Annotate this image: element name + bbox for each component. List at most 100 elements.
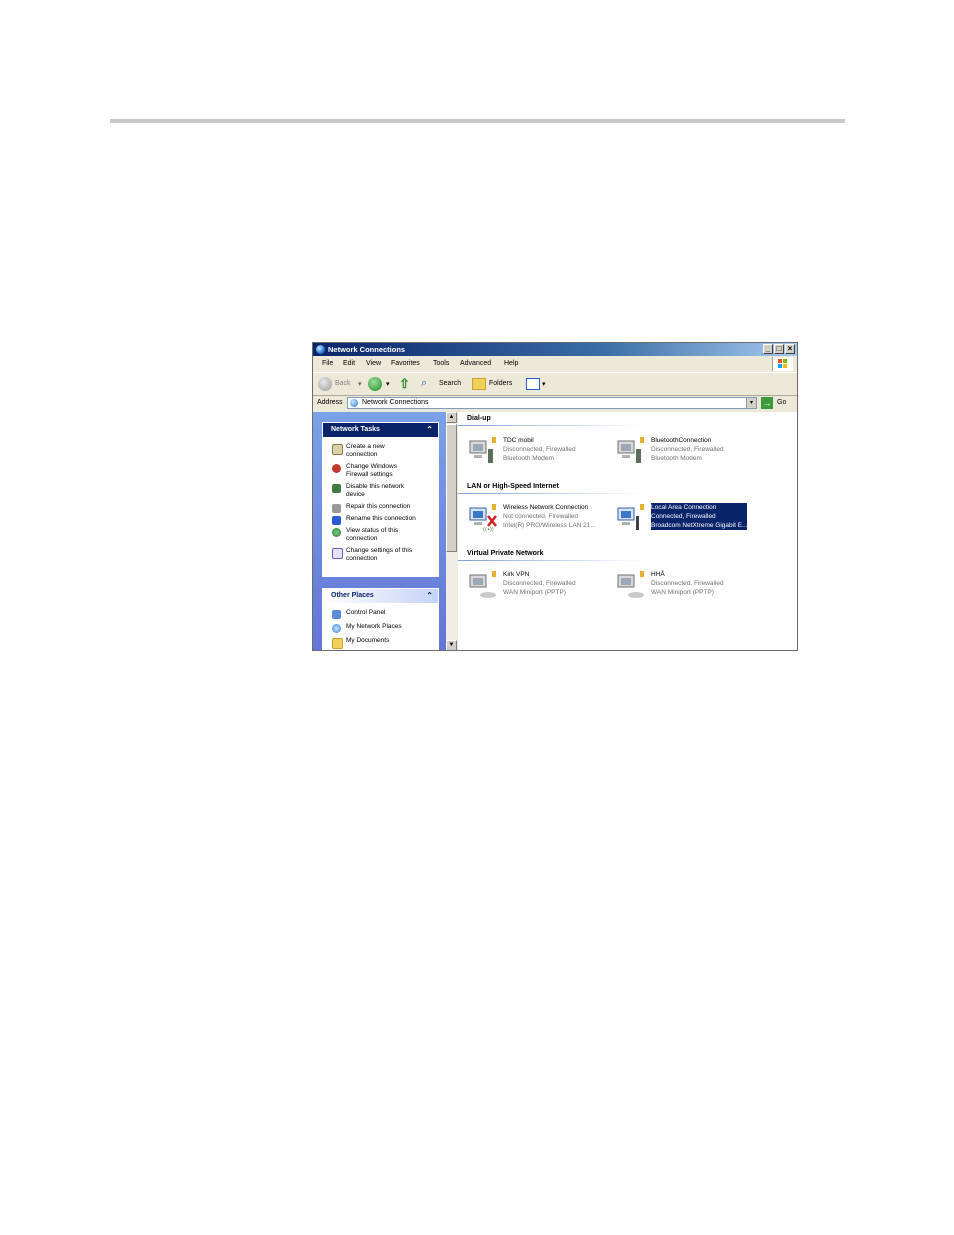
place-my-network-places[interactable]: My Network Places (323, 623, 438, 633)
title-bar[interactable]: Network Connections _ □ × (313, 343, 797, 356)
menu-advanced[interactable]: Advanced (460, 357, 491, 371)
connection-status: Connected, Firewalled (651, 513, 716, 520)
network-places-icon (332, 624, 341, 633)
network-tasks-title: Network Tasks (331, 426, 380, 433)
address-bar: Address Network Connections ▾ → Go (313, 396, 797, 411)
task-view-status[interactable]: View status of this connection (323, 527, 438, 543)
other-places-title: Other Places (331, 592, 374, 599)
network-connections-window: Network Connections _ □ × File Edit View… (312, 342, 798, 651)
group-divider (458, 425, 643, 426)
connection-device: Broadcom NetXtreme Gigabit E... (651, 522, 748, 529)
address-value: Network Connections (362, 399, 429, 406)
network-tasks-header[interactable]: Network Tasks ⌃ (323, 423, 438, 437)
back-arrow-icon[interactable] (318, 377, 332, 391)
forward-arrow-icon[interactable] (368, 377, 382, 391)
connection-status: Disconnected, Firewalled (651, 446, 724, 453)
address-label: Address (317, 399, 343, 406)
connection-local-area[interactable]: Local Area Connection Connected, Firewal… (616, 503, 766, 533)
task-pane-scrollbar[interactable]: ▲ ▼ (446, 412, 457, 650)
connection-wireless[interactable]: ((•)) Wireless Network Connection Not co… (468, 503, 618, 533)
task-repair-connection[interactable]: Repair this connection (323, 503, 438, 513)
network-icon (350, 399, 358, 407)
folders-button-label[interactable]: Folders (489, 380, 512, 387)
group-header-dialup: Dial-up (467, 415, 491, 422)
task-change-firewall[interactable]: Change Windows Firewall settings (323, 463, 438, 479)
window-title: Network Connections (328, 345, 406, 354)
group-header-lan: LAN or High-Speed Internet (467, 483, 559, 490)
repair-wrench-icon (332, 504, 341, 513)
control-panel-icon (332, 610, 341, 619)
place-control-panel[interactable]: Control Panel (323, 609, 438, 619)
dialup-connection-icon (469, 437, 496, 463)
connection-name: TDC mobil (503, 437, 534, 444)
forward-dropdown-icon[interactable]: ▾ (386, 380, 390, 388)
connection-kirk-vpn[interactable]: Kirk VPN Disconnected, Firewalled WAN Mi… (468, 570, 618, 600)
connection-device: Bluetooth Modem (503, 455, 554, 462)
views-icon[interactable] (526, 378, 540, 390)
connection-hha[interactable]: HHÅ Disconnected, Firewalled WAN Minipor… (616, 570, 766, 600)
task-pane: Network Tasks ⌃ Create a new connection … (313, 412, 446, 650)
svg-text:((•)): ((•)) (483, 527, 494, 532)
page-header-rule (110, 119, 845, 123)
collapse-chevron-icon[interactable]: ⌃ (426, 589, 433, 603)
task-disable-device[interactable]: Disable this network device (323, 483, 438, 499)
view-status-icon (332, 528, 341, 537)
vpn-connection-icon (469, 571, 496, 598)
connection-name: Wireless Network Connection (503, 504, 589, 511)
search-button-label[interactable]: Search (439, 380, 461, 387)
menu-view[interactable]: View (366, 357, 381, 371)
back-button-label[interactable]: Back (335, 380, 351, 387)
back-dropdown-icon[interactable]: ▾ (358, 380, 362, 388)
menu-file[interactable]: File (322, 357, 333, 371)
connection-device: Intel(R) PRO/Wireless LAN 21... (503, 522, 596, 529)
connection-name: HHÅ (651, 571, 665, 578)
firewall-icon (332, 464, 341, 473)
menu-help[interactable]: Help (504, 357, 518, 371)
connection-bluetooth[interactable]: BluetoothConnection Disconnected, Firewa… (616, 436, 766, 466)
task-create-connection[interactable]: Create a new connection (323, 443, 438, 459)
close-button[interactable]: × (785, 344, 795, 354)
up-folder-icon[interactable]: ⇧ (399, 376, 410, 392)
connection-device: WAN Miniport (PPTP) (503, 589, 566, 596)
scroll-thumb[interactable] (446, 424, 457, 552)
connection-name: BluetoothConnection (651, 437, 712, 444)
minimize-button[interactable]: _ (763, 344, 773, 354)
collapse-chevron-icon[interactable]: ⌃ (426, 423, 433, 437)
folders-icon[interactable] (472, 378, 486, 390)
network-tasks-panel: Network Tasks ⌃ Create a new connection … (322, 422, 439, 577)
address-field[interactable]: Network Connections ▾ (347, 397, 757, 409)
maximize-button[interactable]: □ (774, 344, 784, 354)
menu-edit[interactable]: Edit (343, 357, 355, 371)
dialup-connection-icon (617, 437, 644, 463)
menu-favorites[interactable]: Favorites (391, 357, 420, 371)
windows-logo-icon (772, 357, 793, 371)
connection-device: Bluetooth Modem (651, 455, 702, 462)
lan-connection-icon (617, 504, 644, 530)
other-places-header[interactable]: Other Places ⌃ (323, 589, 438, 603)
scroll-up-arrow-icon[interactable]: ▲ (446, 412, 457, 423)
group-divider (458, 493, 643, 494)
go-button-label[interactable]: Go (777, 399, 786, 406)
group-divider (458, 560, 643, 561)
rename-icon (332, 516, 341, 525)
disable-device-icon (332, 484, 341, 493)
task-change-settings[interactable]: Change settings of this connection (323, 547, 438, 563)
go-arrow-icon[interactable]: → (761, 397, 773, 409)
connection-tdc-mobil[interactable]: TDC mobil Disconnected, Firewalled Bluet… (468, 436, 618, 466)
views-dropdown-icon[interactable]: ▾ (542, 380, 546, 388)
connection-name: Kirk VPN (503, 571, 530, 578)
task-rename-connection[interactable]: Rename this connection (323, 515, 438, 525)
place-my-documents[interactable]: My Documents (323, 637, 438, 649)
connections-list: Dial-up TDC mobil Disconnected, Firewall… (458, 412, 797, 650)
search-icon[interactable]: ⌕ (421, 377, 427, 390)
settings-document-icon (332, 548, 343, 559)
other-places-panel: Other Places ⌃ Control Panel My Network … (322, 588, 439, 650)
scroll-down-arrow-icon[interactable]: ▼ (446, 640, 457, 650)
vpn-connection-icon (617, 571, 644, 598)
connection-status: Disconnected, Firewalled (651, 580, 724, 587)
connection-name: Local Area Connection (651, 504, 717, 511)
connection-device: WAN Miniport (PPTP) (651, 589, 714, 596)
address-dropdown-icon[interactable]: ▾ (746, 398, 756, 408)
menu-tools[interactable]: Tools (433, 357, 449, 371)
connection-status: Disconnected, Firewalled (503, 446, 576, 453)
